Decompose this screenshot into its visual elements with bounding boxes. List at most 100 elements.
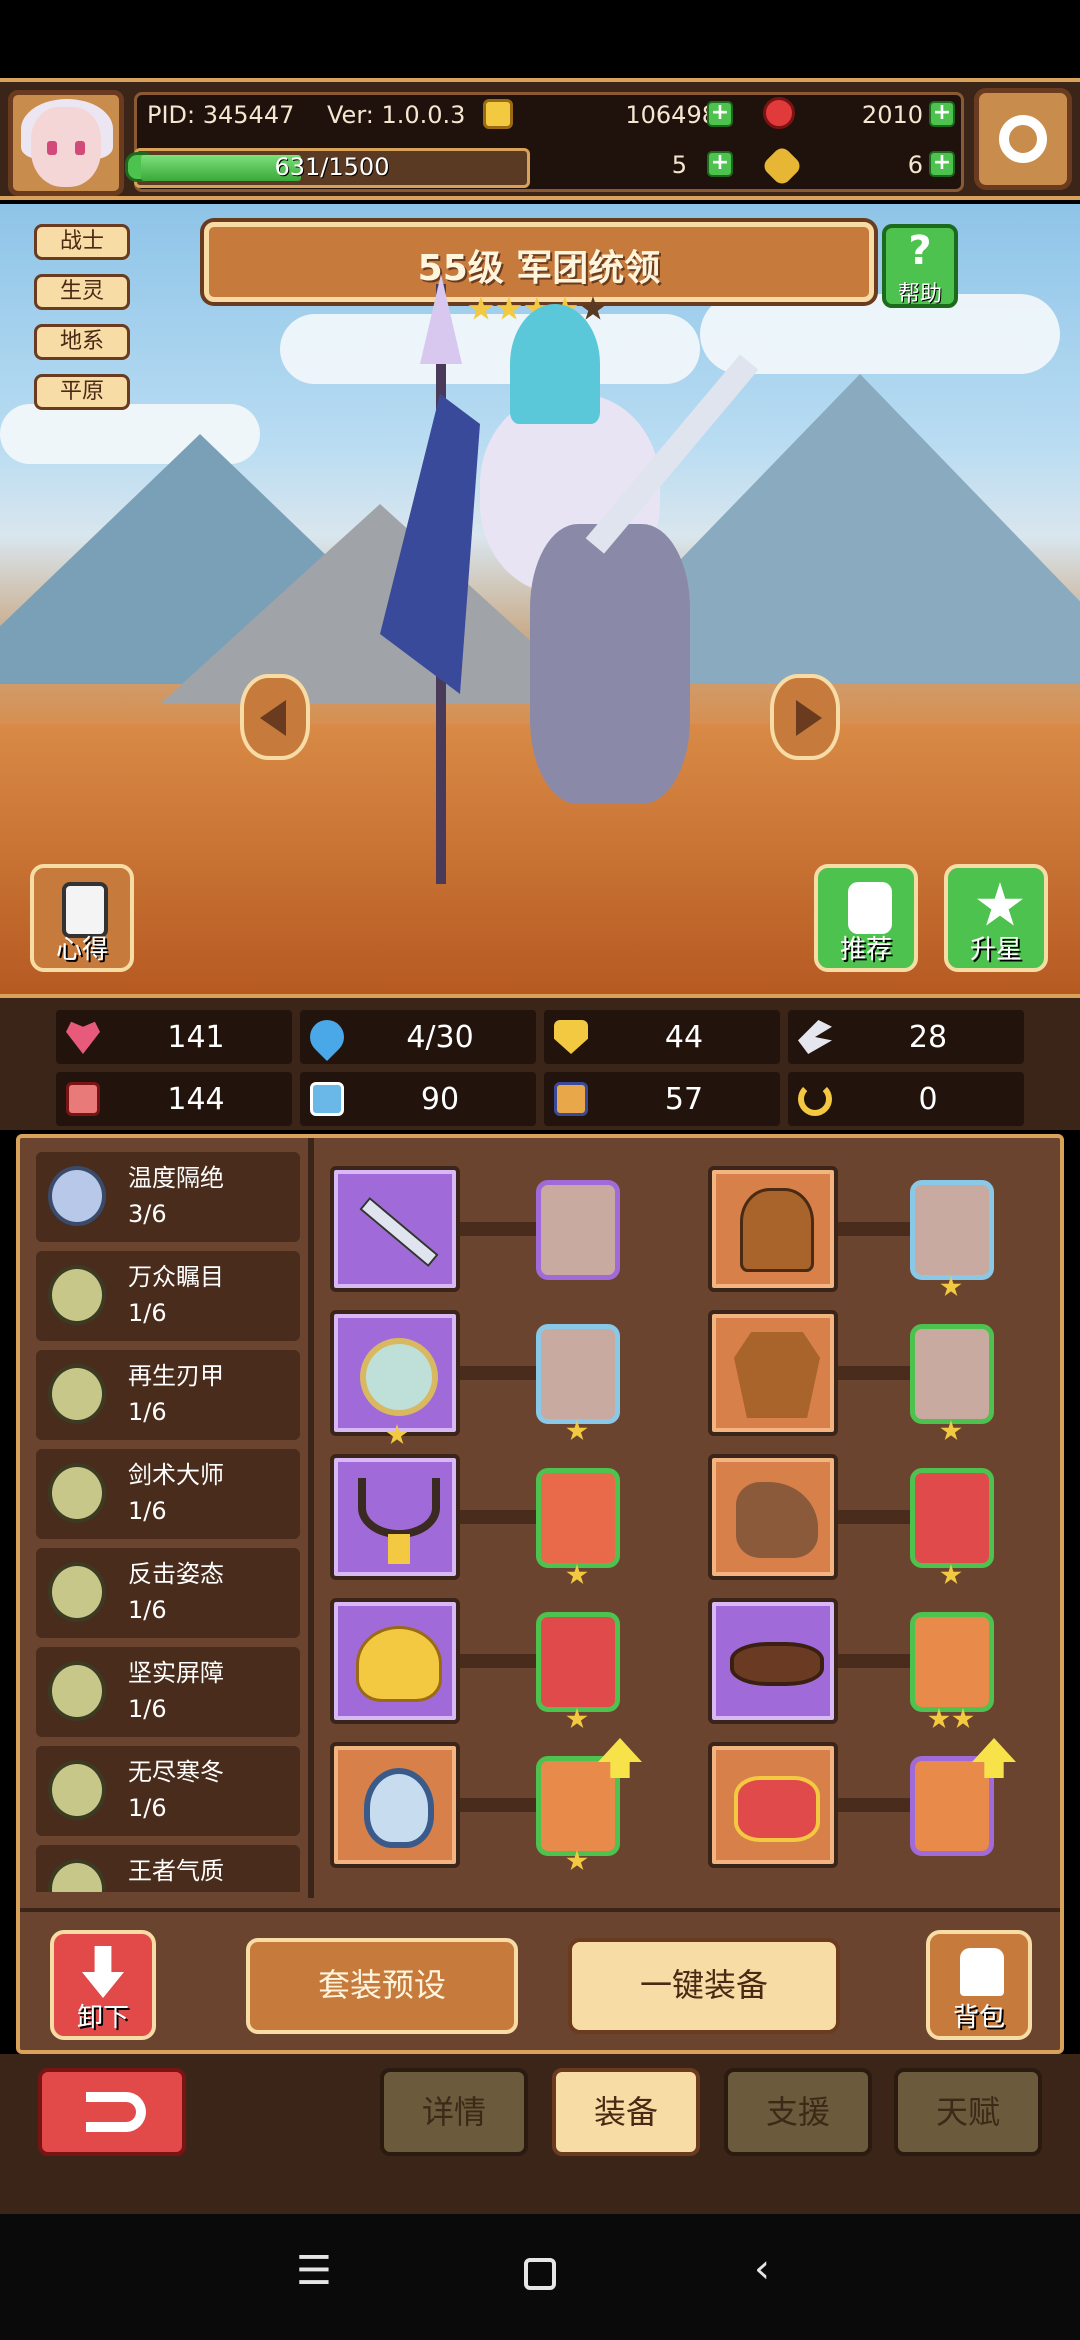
avatar-face <box>31 107 101 187</box>
backpack-button[interactable]: 背包 <box>926 1930 1032 2040</box>
tab-equipment[interactable]: 装备 <box>552 2068 700 2156</box>
skill-name: 再生刃甲 <box>128 1362 224 1390</box>
skill-icon <box>48 1859 106 1892</box>
hero-helmet-plume <box>510 304 600 424</box>
add-clover-button[interactable]: + <box>707 151 733 177</box>
centaur-body <box>530 524 690 804</box>
sword-icon <box>359 1196 439 1268</box>
upgrade-star-button[interactable]: 升星 <box>944 864 1048 972</box>
skill-level: 1/6 <box>128 1497 167 1525</box>
gold-amount: 106498 <box>625 101 717 129</box>
player-avatar[interactable] <box>8 90 124 196</box>
star-icon <box>468 296 494 320</box>
tag-terrain[interactable]: 平原 <box>34 374 130 410</box>
rune-slot[interactable] <box>910 1324 994 1424</box>
skill-name: 剑术大师 <box>128 1461 224 1489</box>
belt-slot[interactable] <box>708 1598 838 1724</box>
recommend-label: 推荐 <box>839 935 892 965</box>
skill-icon <box>48 1760 106 1820</box>
tag-class[interactable]: 战士 <box>34 224 130 260</box>
stat-value: 44 <box>664 1020 704 1055</box>
system-navigation-bar: ☰ ‹ <box>0 2214 1080 2340</box>
add-gem-button[interactable]: + <box>929 101 955 127</box>
list-item[interactable]: 万众瞩目 1/6 <box>36 1251 300 1341</box>
help-label: 帮助 <box>897 282 942 307</box>
tag-element[interactable]: 地系 <box>34 324 130 360</box>
list-item[interactable]: 无尽寒冬 1/6 <box>36 1746 300 1836</box>
hero-stats-panel: 141 4/30 44 28 144 90 57 0 <box>0 994 1080 1130</box>
stat-magic: 90 <box>300 1072 536 1126</box>
necklace-slot[interactable] <box>330 1454 460 1580</box>
list-item[interactable]: 再生刃甲 1/6 <box>36 1350 300 1440</box>
list-item[interactable]: 剑术大师 1/6 <box>36 1449 300 1539</box>
previous-hero-button[interactable] <box>240 674 310 760</box>
rune-slot[interactable] <box>536 1324 620 1424</box>
equipment-panel: 温度隔绝 3/6 万众瞩目 1/6 再生刃甲 1/6 剑术大师 1/6 反击姿态… <box>16 1134 1064 2054</box>
notes-button[interactable]: 心得 <box>30 864 134 972</box>
back-button[interactable] <box>38 2068 186 2156</box>
skill-icon <box>48 1562 106 1622</box>
tab-details[interactable]: 详情 <box>380 2068 528 2156</box>
boots-slot[interactable] <box>708 1742 838 1868</box>
tab-support[interactable]: 支援 <box>724 2068 872 2156</box>
stat-luck: 0 <box>788 1072 1024 1126</box>
skill-name: 无尽寒冬 <box>128 1758 224 1786</box>
help-button[interactable]: ? 帮助 <box>882 224 958 308</box>
skill-icon <box>48 1661 106 1721</box>
stat-value: 57 <box>664 1082 704 1117</box>
stat-resistance: 57 <box>544 1072 780 1126</box>
rune-slot[interactable] <box>910 1756 994 1856</box>
auto-equip-button[interactable]: 一键装备 <box>568 1938 840 2034</box>
list-item[interactable]: 王者气质 <box>36 1845 300 1892</box>
add-key-button[interactable]: + <box>929 151 955 177</box>
rune-slot[interactable] <box>910 1612 994 1712</box>
list-item[interactable]: 温度隔绝 3/6 <box>36 1152 300 1242</box>
recommend-button[interactable]: 推荐 <box>814 864 918 972</box>
skill-level: 1/6 <box>128 1299 167 1327</box>
armor-icon <box>734 1332 820 1418</box>
rune-slot[interactable] <box>536 1756 620 1856</box>
set-bonus-list[interactable]: 温度隔绝 3/6 万众瞩目 1/6 再生刃甲 1/6 剑术大师 1/6 反击姿态… <box>36 1152 304 1892</box>
divider <box>308 1138 314 1898</box>
helmet-icon <box>740 1188 814 1272</box>
back-nav-icon[interactable]: ‹ <box>754 2246 770 2292</box>
rune-slot[interactable] <box>910 1468 994 1568</box>
weapon-slot[interactable] <box>330 1166 460 1292</box>
rune-slot[interactable] <box>536 1468 620 1568</box>
unequip-button[interactable]: 卸下 <box>50 1930 156 2040</box>
set-preset-button[interactable]: 套装预设 <box>246 1938 518 2034</box>
add-gold-button[interactable]: + <box>707 101 733 127</box>
tag-race[interactable]: 生灵 <box>34 274 130 310</box>
next-hero-button[interactable] <box>770 674 840 760</box>
skill-name: 万众瞩目 <box>128 1263 224 1291</box>
rune-slot[interactable] <box>536 1612 620 1712</box>
armor-slot[interactable] <box>708 1310 838 1436</box>
rune-slot[interactable] <box>910 1180 994 1280</box>
tab-talent[interactable]: 天赋 <box>894 2068 1042 2156</box>
equipment-actions: 卸下 套装预设 一键装备 背包 <box>20 1908 1060 2048</box>
arrow-right-icon <box>796 700 822 736</box>
stat-value: 141 <box>167 1020 225 1055</box>
stat-attack: 144 <box>56 1072 292 1126</box>
hero-tab-bar: 详情 装备 支援 天赋 <box>0 2054 1080 2214</box>
thumbs-up-icon <box>848 882 892 934</box>
skill-name: 王者气质 <box>128 1857 224 1885</box>
skill-name: 反击姿态 <box>128 1560 224 1588</box>
list-item[interactable]: 反击姿态 1/6 <box>36 1548 300 1638</box>
ring-slot[interactable] <box>330 1742 460 1868</box>
shield-slot[interactable] <box>330 1310 460 1436</box>
scroll-icon <box>554 1082 588 1116</box>
relic-slot[interactable] <box>330 1598 460 1724</box>
settings-button[interactable] <box>974 88 1072 190</box>
water-drop-icon <box>302 1012 352 1062</box>
rune-slot[interactable] <box>536 1180 620 1280</box>
home-icon[interactable] <box>524 2258 556 2290</box>
necklace-icon <box>358 1478 440 1538</box>
skill-name: 坚实屏障 <box>128 1659 224 1687</box>
gloves-slot[interactable] <box>708 1454 838 1580</box>
list-item[interactable]: 坚实屏障 1/6 <box>36 1647 300 1737</box>
arrow-left-icon <box>260 700 286 736</box>
player-id: PID: 345447 <box>147 101 295 129</box>
menu-icon[interactable]: ☰ <box>296 2248 332 2294</box>
helmet-slot[interactable] <box>708 1166 838 1292</box>
